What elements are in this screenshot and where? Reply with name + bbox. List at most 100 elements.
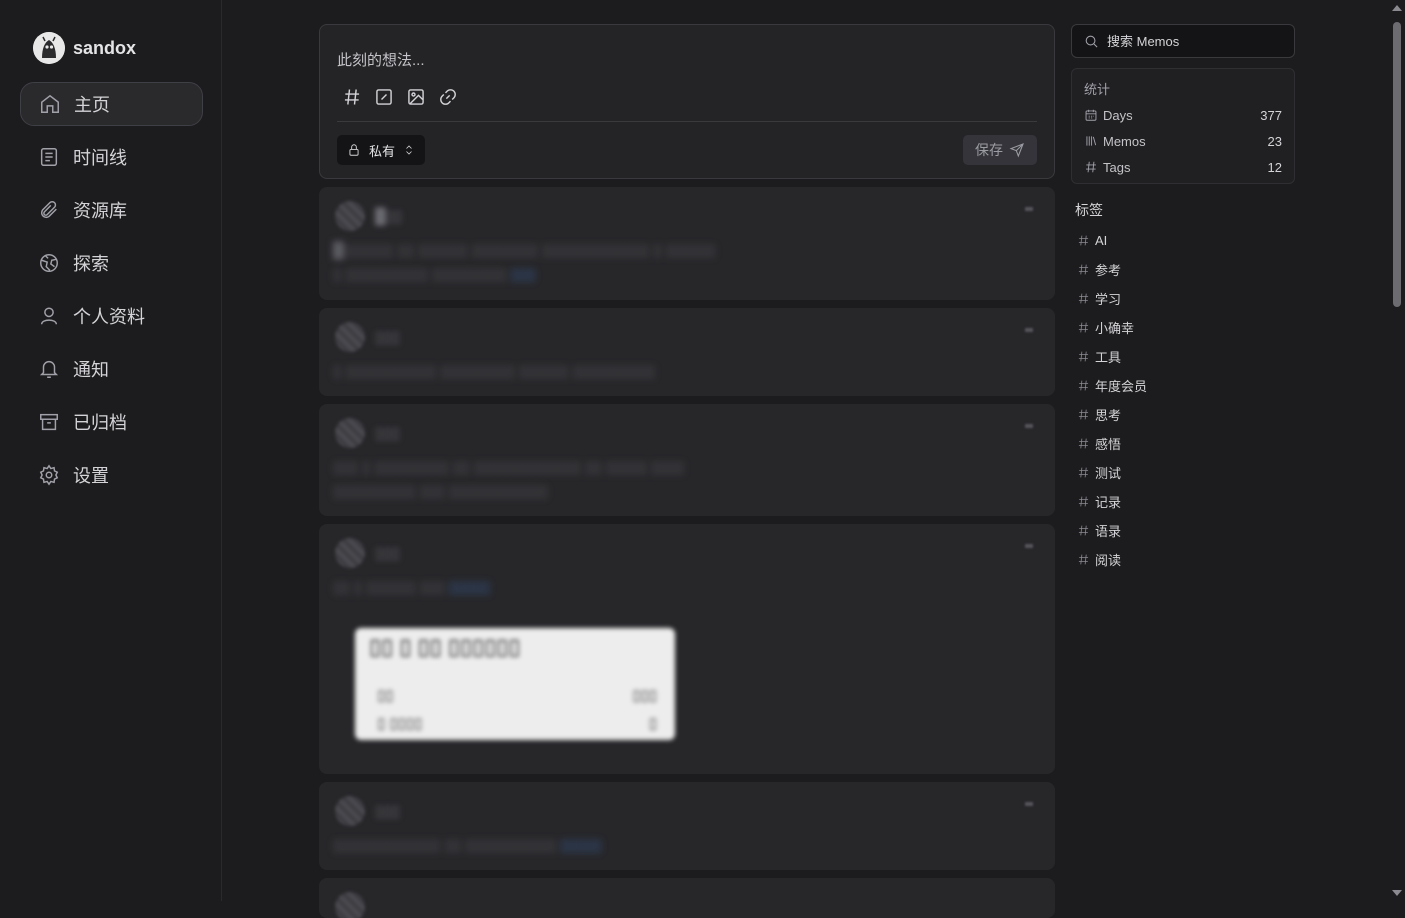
tag-label: 小确幸 [1095,321,1135,336]
memo-author: ▯▯▯ [375,425,400,442]
chevron-up-down-icon [406,145,412,155]
memo-tag-link[interactable]: ▯▯▯▯▯ [560,837,601,854]
sidebar-item-home[interactable]: 主页 [20,82,203,126]
brand[interactable]: sandox [33,32,136,64]
memo-menu-icon[interactable] [1025,802,1033,806]
stat-value: 23 [1267,133,1282,149]
archive-icon [37,410,61,434]
library-icon [1086,136,1097,146]
tag-item[interactable]: 阅读 [1071,545,1295,574]
tag-label: 阅读 [1095,553,1122,568]
memo-author: ▯▯▯ [375,545,400,562]
sidebar: sandox 主页 时间线 资源库 探索 个人资料 通知 已归档 设置 [0,0,222,901]
scroll-down-arrow[interactable] [1392,890,1402,896]
tag-item[interactable]: 年度会员 [1071,371,1295,400]
visibility-selector[interactable]: 私有 [337,135,426,165]
sidebar-item-resources[interactable]: 资源库 [20,188,203,232]
lock-icon [349,144,359,156]
tag-list: AI 参考学习小确幸工具年度会员思考 感悟 测试 记录语录阅读 [1071,226,1295,574]
tag-item[interactable]: 学习 [1071,284,1295,313]
scrollbar[interactable] [1389,0,1405,901]
save-button[interactable]: 保存 [963,135,1037,165]
memo-card[interactable]: ▯▯▯ ▯▯ ▯ ▯▯▯▯▯▯ ▯▯▯ ▯▯▯▯▯ ▯▯ ▯ ▯▯ ▯▯▯▯▯▯… [319,524,1055,774]
memo-tag-link[interactable]: ▯▯▯ [511,266,536,283]
sidebar-item-notifications[interactable]: 通知 [20,347,203,391]
sidebar-item-settings[interactable]: 设置 [20,453,203,497]
memo-attachment-image[interactable]: ▯▯ ▯ ▯▯ ▯▯▯▯▯▯ ▯▯ ▯▯▯ ▯ ▯▯▯▯ ▯ [355,628,675,740]
sidebar-item-archived[interactable]: 已归档 [20,400,203,444]
editor-input[interactable]: 此刻的想法... [337,49,425,70]
memo-avatar [335,538,365,568]
hash-icon [1078,496,1089,507]
sidebar-nav: 主页 时间线 资源库 探索 个人资料 通知 已归档 设置 [20,82,203,506]
sidebar-item-label: 时间线 [73,148,127,168]
tag-label: 语录 [1095,524,1122,539]
image-value: ▯ [648,715,657,732]
tags-title: 标签 [1075,202,1103,218]
user-icon [37,304,61,328]
memo-avatar [335,892,365,918]
memo-card[interactable] [319,878,1055,918]
tag-item[interactable]: 参考 [1071,255,1295,284]
search-input[interactable] [1107,33,1277,49]
stat-label: Days [1103,107,1133,123]
link-icon[interactable] [438,87,458,107]
memo-card[interactable]: ▯▯▯ ▯▯▯ ▯ ▯▯▯▯▯▯▯▯▯ ▯▯ ▯▯▯▯▯▯▯▯▯▯▯▯▯ ▯▯ … [319,404,1055,516]
tag-item[interactable]: 思考 [1071,400,1295,429]
sidebar-item-explore[interactable]: 探索 [20,241,203,285]
sidebar-item-profile[interactable]: 个人资料 [20,294,203,338]
memo-content-line2: ▯▯▯▯▯▯▯▯▯▯ ▯▯▯ ▯▯▯▯▯▯▯▯▯▯▯▯ [333,483,548,500]
tag-item[interactable]: 小确幸 [1071,313,1295,342]
sidebar-item-label: 资源库 [73,201,127,221]
tag-item[interactable]: 语录 [1071,516,1295,545]
tag-item[interactable]: 工具 [1071,342,1295,371]
tag-label: 参考 [1095,263,1122,278]
memo-card[interactable]: ▯▯▯ ▯▯▯▯▯▯▯▯▯▯▯▯▯ ▯▯ ▯▯▯▯▯▯▯▯▯▯▯ ▯▯▯▯▯ [319,782,1055,870]
tag-label: 年度会员 [1095,379,1148,394]
sidebar-item-label: 主页 [74,95,110,115]
memo-menu-icon[interactable] [1025,207,1033,211]
memo-card[interactable]: ▯▯▯ ▯ ▯▯▯▯▯▯▯▯▯▯▯ ▯▯▯▯▯▯▯▯▯ ▯▯▯▯▯▯ ▯▯▯▯▯… [319,308,1055,396]
hash-icon [1078,409,1089,420]
tag-label: AI [1095,233,1108,248]
sidebar-item-timeline[interactable]: 时间线 [20,135,203,179]
memo-editor: 此刻的想法... 私有 保存 [319,24,1055,179]
memo-card[interactable]: █▯▯ █▯▯▯▯▯▯ ▯▯ ▯▯▯▯▯▯ ▯▯▯▯▯▯▯▯ ▯▯▯▯▯▯▯▯▯… [319,187,1055,300]
search-icon [1085,35,1098,48]
stats-panel: 统计 Days 377 Memos 23 Tags 12 [1071,68,1295,184]
image-title: ▯▯ ▯ ▯▯ ▯▯▯▯▯▯ [369,634,521,659]
scroll-up-arrow[interactable] [1392,5,1402,11]
search-box[interactable] [1071,24,1295,58]
memo-avatar [335,418,365,448]
tag-item[interactable]: 记录 [1071,487,1295,516]
tag-item[interactable]: 感悟 [1071,429,1295,458]
memo-menu-icon[interactable] [1025,328,1033,332]
save-label: 保存 [975,142,1003,158]
stat-value: 377 [1260,107,1282,123]
main-feed: 此刻的想法... 私有 保存 █▯▯ █▯▯▯▯▯▯ ▯▯ ▯▯▯▯▯▯ ▯▯▯… [319,24,1055,918]
hash-icon [1078,293,1089,304]
hash-icon [1078,554,1089,565]
scroll-thumb[interactable] [1393,22,1401,307]
app-name: sandox [73,37,137,58]
image-icon[interactable] [406,87,426,107]
tag-label: 学习 [1095,292,1122,307]
hash-icon [1078,264,1089,275]
memo-content: ▯▯▯ ▯ ▯▯▯▯▯▯▯▯▯ ▯▯ ▯▯▯▯▯▯▯▯▯▯▯▯▯ ▯▯ ▯▯▯▯… [333,459,685,476]
visibility-label: 私有 [369,143,396,159]
memo-tag-link[interactable]: ▯▯▯▯▯ [449,579,490,596]
editor-toolbar [342,87,458,107]
tag-item[interactable]: 测试 [1071,458,1295,487]
send-icon [1009,143,1024,158]
stat-value: 12 [1267,159,1282,175]
checkbox-icon[interactable] [374,87,394,107]
stat-label: Tags [1103,159,1131,175]
hash-icon[interactable] [342,87,362,107]
editor-divider [337,121,1037,122]
memo-author: ▯▯▯ [375,803,400,820]
tag-item[interactable]: AI [1071,226,1295,255]
tag-label: 工具 [1095,350,1122,365]
hash-icon [1078,380,1089,391]
memo-menu-icon[interactable] [1025,424,1033,428]
memo-menu-icon[interactable] [1025,544,1033,548]
